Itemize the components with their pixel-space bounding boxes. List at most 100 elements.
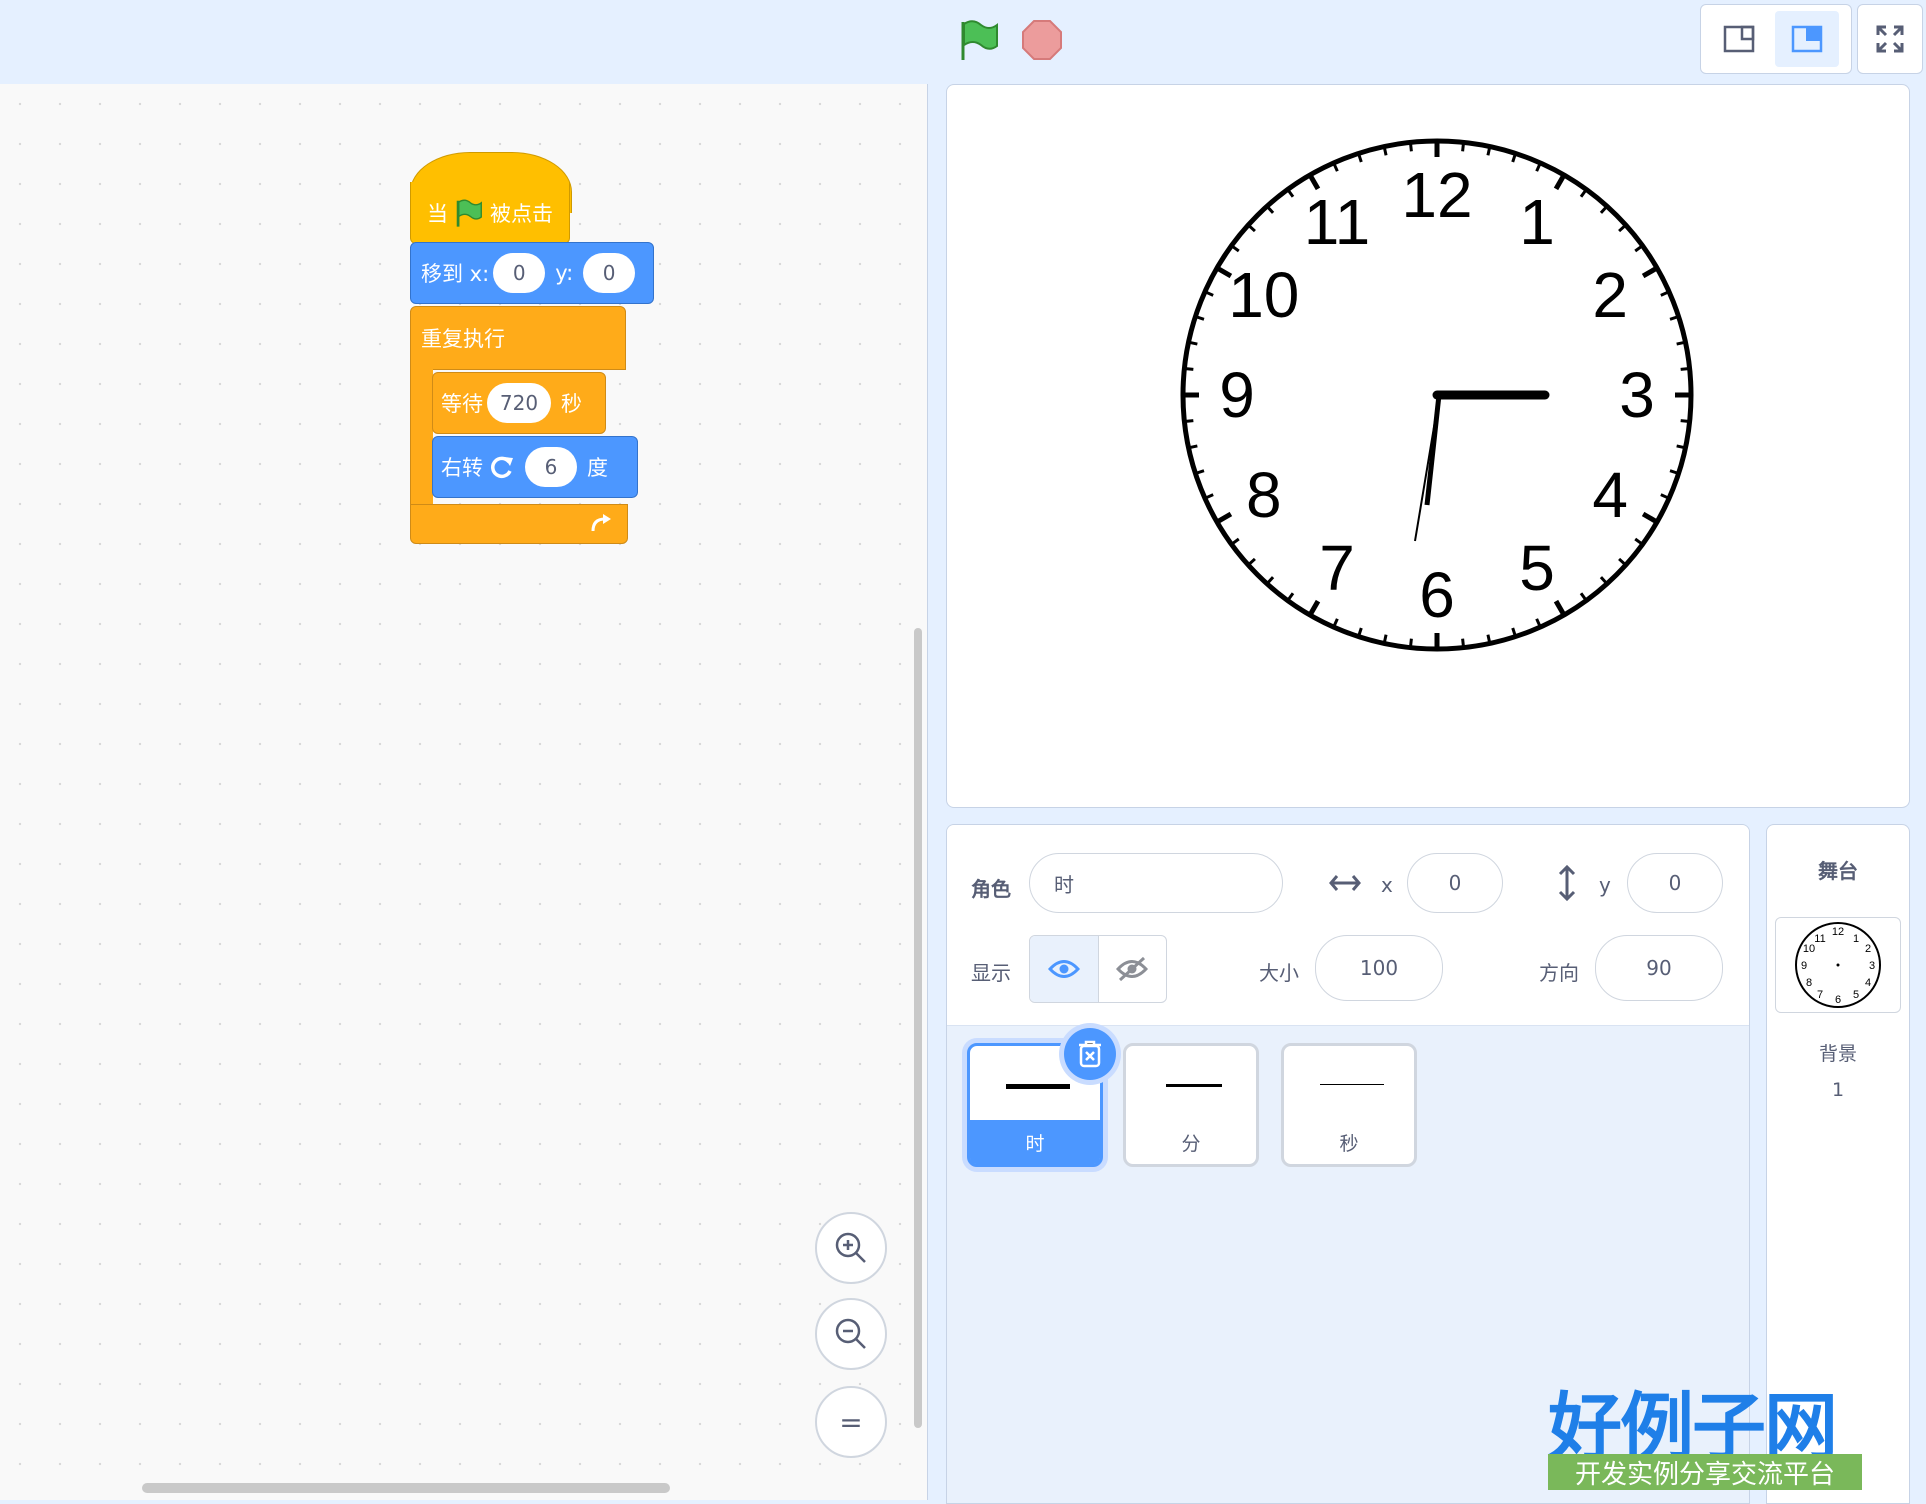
hat-when-text: 当 [427,201,448,226]
turn-right-block[interactable]: 右转 6 度 [432,436,638,498]
turn-unit: 度 [587,456,608,480]
go-to-y-label: y: [555,261,574,285]
size-input[interactable]: 100 [1315,935,1443,1001]
wait-seconds-block[interactable]: 等待 720 秒 [432,372,606,434]
svg-text:2: 2 [1865,943,1871,955]
svg-text:6: 6 [1835,994,1841,1006]
clock-number: 11 [1304,186,1370,258]
code-horizontal-scrollbar[interactable] [142,1483,670,1493]
hide-sprite-button[interactable] [1099,936,1167,1002]
size-label: 大小 [1259,961,1299,985]
svg-text:12: 12 [1832,926,1844,938]
wait-label: 等待 [441,392,483,416]
sprite-info: 角色 时 x 0 y 0 显示 大小 100 方向 90 [947,825,1749,1026]
y-label: y [1599,873,1611,897]
forever-block-arm [410,368,433,506]
sprite-tile-second[interactable]: 秒 [1281,1043,1417,1167]
zoom-reset-button[interactable]: = [815,1386,887,1458]
hat-clicked-text: 被点击 [490,201,553,226]
sprite-tile-name: 分 [1181,1133,1201,1155]
direction-input[interactable]: 90 [1595,935,1723,1001]
svg-text:9: 9 [1801,960,1807,972]
watermark-logo: 好例子网 开发实例分享交流平台 [1548,1368,1878,1492]
small-stage-icon [1723,25,1755,53]
eye-slash-icon [1116,956,1149,982]
normal-stage-button[interactable] [1775,11,1839,67]
second-hand [1414,396,1440,542]
forever-block-bottom [410,504,628,544]
sprite-name-label: 角色 [971,877,1011,901]
sprite-tile-name: 时 [1025,1133,1045,1155]
forever-label: 重复执行 [421,327,505,351]
clock-number: 2 [1592,259,1628,331]
zoom-out-button[interactable] [815,1298,887,1370]
clock-number: 8 [1246,459,1282,531]
sprite-thumbnail [1006,1084,1070,1089]
go-to-xy-block[interactable]: 移到 x: 0 y: 0 [410,242,654,304]
green-flag-button[interactable] [957,18,1001,62]
direction-label: 方向 [1539,961,1579,985]
sprite-tile-minute[interactable]: 分 [1123,1043,1259,1167]
stage-title: 舞台 [1818,859,1858,883]
zoom-in-button[interactable] [815,1212,887,1284]
svg-text:1: 1 [1853,933,1859,945]
stop-button[interactable] [1020,18,1064,62]
x-position-input[interactable]: 0 [1407,853,1503,913]
horizontal-arrow-icon [1329,875,1361,891]
rotate-right-icon [491,456,513,479]
clock-number: 12 [1401,159,1472,231]
show-sprite-button[interactable] [1030,936,1099,1002]
svg-text:10: 10 [1803,943,1815,955]
backdrop-thumbnail[interactable]: 12 6 9 3 11 1 10 2 8 4 7 5 [1775,917,1901,1013]
wait-unit: 秒 [561,392,582,416]
svg-text:7: 7 [1817,989,1823,1001]
svg-text:3: 3 [1869,960,1875,972]
clock-number: 5 [1519,532,1555,604]
zoom-out-icon [835,1318,866,1349]
turn-label: 右转 [441,456,483,480]
normal-stage-icon [1791,25,1823,53]
zoom-in-icon [835,1232,866,1263]
loop-arrow-icon [591,514,611,532]
watermark-tagline: 开发实例分享交流平台 [1548,1454,1862,1490]
turn-degrees-input[interactable]: 6 [525,447,577,487]
vertical-arrow-icon [1558,865,1576,901]
sprite-thumbnail [1166,1084,1222,1087]
svg-text:5: 5 [1853,989,1859,1001]
go-to-x-input[interactable]: 0 [493,253,546,293]
x-label: x [1381,873,1393,897]
go-to-label: 移到 x: [421,262,490,286]
stage-canvas[interactable]: 12 1 2 3 4 5 6 7 8 9 10 11 [946,84,1910,808]
when-flag-clicked-block[interactable]: 当 被点击 [410,152,572,244]
svg-text:4: 4 [1865,977,1871,989]
code-vertical-scrollbar[interactable] [914,628,922,1428]
backdrop-count: 1 [1831,1079,1845,1101]
green-flag-icon [961,20,998,60]
top-bar [0,0,1926,82]
clock-face: 12 12 3 45678 9 1011 [1180,138,1694,652]
delete-sprite-button[interactable] [1064,1028,1116,1080]
wait-seconds-input[interactable]: 720 [487,383,551,423]
clock-number: 3 [1619,359,1655,431]
svg-text:8: 8 [1806,977,1812,989]
fullscreen-button[interactable] [1857,4,1923,74]
svg-text:11: 11 [1814,933,1825,945]
stop-icon [1022,20,1062,60]
go-to-y-input[interactable]: 0 [583,253,636,293]
clock-thumbnail-icon: 1269 311 110 28 47 5 [1795,922,1881,1008]
stage-layout-toggle [1700,4,1852,74]
forever-block[interactable]: 重复执行 [410,306,626,370]
y-position-input[interactable]: 0 [1627,853,1723,913]
eye-icon [1047,960,1080,978]
visibility-toggle [1029,935,1167,1003]
clock-number: 4 [1592,459,1628,531]
backdrop-label: 背景 [1818,1043,1857,1065]
sprite-tile-name: 秒 [1339,1133,1359,1155]
clock-number: 7 [1319,532,1355,604]
sprite-name-input[interactable]: 时 [1029,853,1283,913]
green-flag-icon [456,199,482,227]
show-label: 显示 [971,961,1011,985]
small-stage-button[interactable] [1707,11,1771,67]
fullscreen-icon [1876,25,1904,53]
clock-number: 10 [1228,259,1299,331]
